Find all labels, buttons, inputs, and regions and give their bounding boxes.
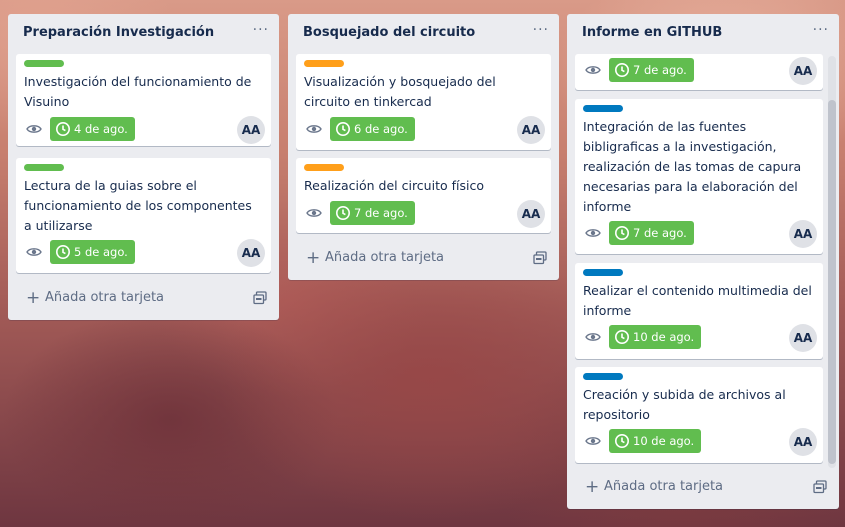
avatar[interactable]: AA	[517, 200, 545, 228]
card-label[interactable]	[583, 269, 623, 276]
due-date-badge[interactable]: 7 de ago.	[330, 201, 415, 225]
clock-icon	[336, 206, 350, 220]
card-title: Lectura de la guias sobre el funcionamie…	[24, 178, 252, 233]
list-preparacion-investigacion: Preparación Investigación ··· Investigac…	[8, 14, 279, 320]
card-title: Realizar el contenido multimedia del inf…	[583, 283, 812, 318]
eye-icon	[585, 333, 601, 341]
avatar[interactable]: AA	[789, 428, 817, 456]
card-title: Realización del circuito físico	[304, 178, 484, 193]
plus-icon: +	[585, 477, 600, 497]
list-title[interactable]: Preparación Investigación	[23, 25, 214, 40]
card[interactable]: Visualización y bosquejado del circuito …	[296, 54, 551, 150]
eye-icon	[306, 209, 322, 217]
plus-icon: +	[26, 288, 41, 308]
add-card-label: Añada otra tarjeta	[604, 479, 724, 494]
clock-icon	[615, 63, 629, 77]
scrollbar-thumb[interactable]	[828, 100, 836, 464]
due-date-badge[interactable]: 7 de ago.	[609, 58, 694, 82]
avatar[interactable]: AA	[789, 324, 817, 352]
eye-icon	[585, 229, 601, 237]
clock-icon	[615, 434, 629, 448]
card-label[interactable]	[304, 164, 344, 171]
due-date-badge[interactable]: 6 de ago.	[330, 117, 415, 141]
due-date-text: 10 de ago.	[633, 330, 695, 344]
due-date-badge[interactable]: 7 de ago.	[609, 221, 694, 245]
card-title: Integración de las fuentes bibligraficas…	[583, 119, 802, 214]
clock-icon	[56, 245, 70, 259]
card[interactable]: Realizar el contenido multimedia del inf…	[575, 263, 823, 359]
list-bosquejado-circuito: Bosquejado del circuito ··· Visualizació…	[288, 14, 559, 280]
card-template-icon[interactable]	[813, 480, 827, 494]
eye-icon	[306, 125, 322, 133]
due-date-text: 4 de ago.	[74, 122, 128, 136]
card[interactable]: Creación y subida de archivos al reposit…	[575, 367, 823, 463]
due-date-badge[interactable]: 10 de ago.	[609, 325, 702, 349]
clock-icon	[336, 122, 350, 136]
avatar[interactable]: AA	[789, 57, 817, 85]
plus-icon: +	[306, 248, 321, 268]
card-template-icon[interactable]	[533, 251, 547, 265]
card-label[interactable]	[304, 60, 344, 67]
card-title: Creación y subida de archivos al reposit…	[583, 387, 786, 422]
list-menu-button[interactable]: ···	[253, 22, 269, 38]
card[interactable]: 7 de ago. AA	[575, 54, 823, 90]
card-label[interactable]	[24, 164, 64, 171]
eye-icon	[585, 66, 601, 74]
list-menu-button[interactable]: ···	[533, 22, 549, 38]
list-title[interactable]: Bosquejado del circuito	[303, 25, 475, 40]
due-date-text: 6 de ago.	[354, 122, 408, 136]
card-title: Investigación del funcionamiento de Visu…	[24, 74, 252, 109]
add-card-button[interactable]: + Añada otra tarjeta	[296, 244, 551, 272]
add-card-button[interactable]: + Añada otra tarjeta	[16, 284, 271, 312]
due-date-text: 10 de ago.	[633, 434, 695, 448]
clock-icon	[615, 226, 629, 240]
add-card-label: Añada otra tarjeta	[45, 290, 165, 305]
list-scrollbar[interactable]	[828, 56, 836, 468]
card-label[interactable]	[583, 105, 623, 112]
list-informe-github: Informe en GITHUB ··· 7 de ago. AA Integ…	[567, 14, 839, 509]
clock-icon	[615, 330, 629, 344]
card-label[interactable]	[24, 60, 64, 67]
due-date-text: 5 de ago.	[74, 245, 128, 259]
eye-icon	[26, 248, 42, 256]
card[interactable]: Lectura de la guias sobre el funcionamie…	[16, 158, 271, 273]
card-template-icon[interactable]	[253, 291, 267, 305]
list-title[interactable]: Informe en GITHUB	[582, 25, 722, 40]
due-date-badge[interactable]: 4 de ago.	[50, 117, 135, 141]
card[interactable]: Realización del circuito físico 7 de ago…	[296, 158, 551, 233]
avatar[interactable]: AA	[517, 116, 545, 144]
due-date-text: 7 de ago.	[354, 206, 408, 220]
list-menu-button[interactable]: ···	[813, 22, 829, 38]
due-date-text: 7 de ago.	[633, 63, 687, 77]
avatar[interactable]: AA	[237, 239, 265, 267]
due-date-text: 7 de ago.	[633, 226, 687, 240]
avatar[interactable]: AA	[237, 116, 265, 144]
eye-icon	[26, 125, 42, 133]
avatar[interactable]: AA	[789, 220, 817, 248]
list-header[interactable]: Preparación Investigación ···	[8, 14, 279, 54]
list-header[interactable]: Bosquejado del circuito ···	[288, 14, 559, 54]
due-date-badge[interactable]: 5 de ago.	[50, 240, 135, 264]
list-header[interactable]: Informe en GITHUB ···	[567, 14, 839, 54]
card-title: Visualización y bosquejado del circuito …	[304, 74, 496, 109]
due-date-badge[interactable]: 10 de ago.	[609, 429, 702, 453]
add-card-button[interactable]: + Añada otra tarjeta	[575, 473, 831, 501]
card[interactable]: Investigación del funcionamiento de Visu…	[16, 54, 271, 146]
add-card-label: Añada otra tarjeta	[325, 250, 445, 265]
eye-icon	[585, 437, 601, 445]
card-label[interactable]	[583, 373, 623, 380]
card[interactable]: Integración de las fuentes bibligraficas…	[575, 99, 823, 254]
clock-icon	[56, 122, 70, 136]
